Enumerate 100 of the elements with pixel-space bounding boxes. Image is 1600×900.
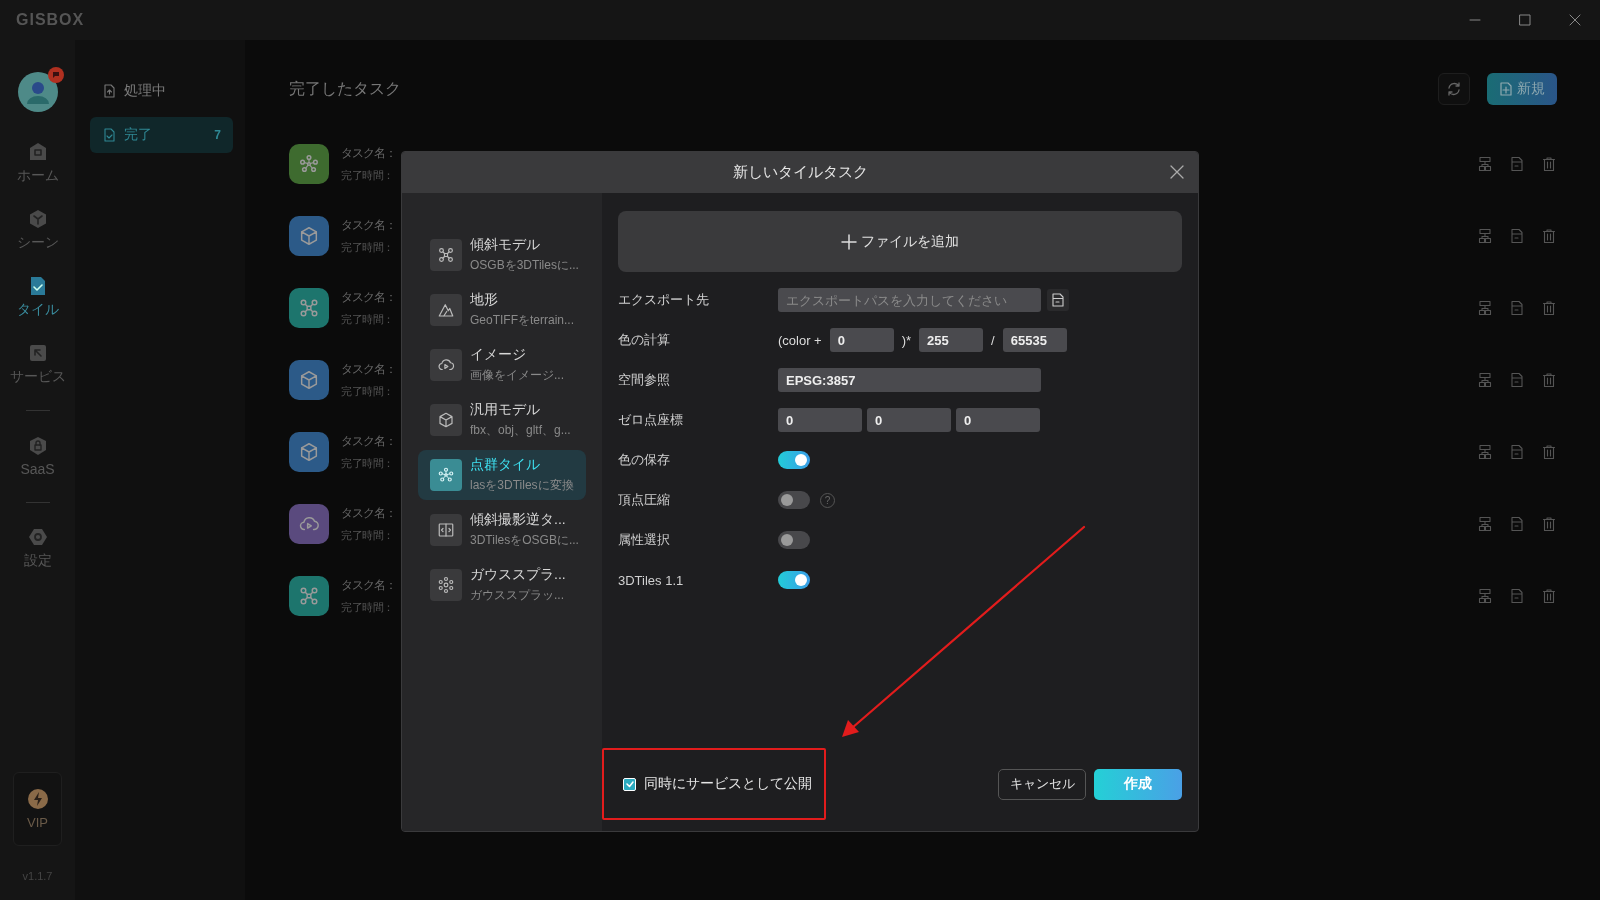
- field-label: 色の計算: [618, 331, 671, 349]
- maximize-icon[interactable]: [1519, 14, 1531, 26]
- coordinate-field[interactable]: 0: [867, 408, 951, 432]
- task-name: タスク名：: [341, 217, 396, 234]
- task-name: タスク名：: [341, 433, 396, 450]
- tile-type-item[interactable]: ガウススプラ... ガウススプラッ...: [418, 560, 586, 610]
- item-title: 点群タイル: [470, 456, 541, 474]
- task-time: 完了時間：: [341, 384, 394, 399]
- hexagon-gear-icon: [27, 527, 48, 547]
- node-network-icon: [430, 459, 462, 491]
- cancel-button[interactable]: キャンセル: [998, 768, 1086, 800]
- tile-type-item[interactable]: 傾斜モデル OSGBを3DTilesに...: [418, 230, 586, 280]
- item-title: 傾斜撮影逆タ...: [470, 511, 567, 529]
- split-frame-icon: [430, 514, 462, 546]
- number-field[interactable]: 255: [919, 328, 984, 352]
- folder-icon: [1051, 293, 1065, 307]
- task-time: 完了時間：: [341, 600, 394, 615]
- folder-icon[interactable]: [1509, 444, 1525, 460]
- task-time: 完了時間：: [341, 528, 394, 543]
- upload-file-icon: [102, 84, 116, 98]
- toggle-switch[interactable]: [778, 571, 810, 589]
- folder-icon[interactable]: [1509, 228, 1525, 244]
- tile-type-item[interactable]: 汎用モデル fbx、obj、gltf、g...: [418, 395, 586, 445]
- formula-text: (color +: [778, 332, 822, 348]
- checkbox-label: 同時にサービスとして公開: [644, 775, 812, 793]
- folder-icon[interactable]: [1509, 588, 1525, 604]
- folder-icon[interactable]: [1509, 300, 1525, 316]
- close-icon[interactable]: [1170, 165, 1184, 179]
- trash-icon[interactable]: [1541, 228, 1557, 244]
- task-name: タスク名：: [341, 505, 396, 522]
- coordinate-field[interactable]: 0: [778, 408, 862, 432]
- field-label: 属性選択: [618, 531, 671, 549]
- panel-item[interactable]: 完了 7: [90, 117, 233, 153]
- field-label: エクスポート先: [618, 291, 710, 309]
- trash-icon[interactable]: [1541, 516, 1557, 532]
- toggle-switch[interactable]: [778, 531, 810, 549]
- number-field[interactable]: 0: [829, 328, 894, 352]
- item-description: GeoTIFFをterrain...: [470, 312, 574, 329]
- folder-icon[interactable]: [1509, 516, 1525, 532]
- toggle-switch[interactable]: [778, 451, 810, 469]
- folder-button[interactable]: [1047, 289, 1069, 311]
- formula-text: )*: [901, 332, 912, 348]
- mountain-icon: [430, 294, 462, 326]
- formula-text: /: [991, 332, 995, 348]
- field-label: 色の保存: [618, 451, 671, 469]
- add-file-button[interactable]: ファイルを追加: [618, 211, 1182, 272]
- task-time: 完了時間：: [341, 168, 394, 183]
- tile-type-item[interactable]: イメージ 画像をイメージ...: [418, 340, 586, 390]
- coordinate-field[interactable]: 0: [956, 408, 1040, 432]
- trash-icon[interactable]: [1541, 444, 1557, 460]
- item-title: 傾斜モデル: [470, 236, 541, 254]
- notification-badge-icon: [47, 67, 64, 83]
- page-title: 完了したタスク: [289, 78, 402, 99]
- task-time: 完了時間：: [341, 312, 394, 327]
- hierarchy-icon[interactable]: [1477, 156, 1493, 172]
- refresh-button[interactable]: [1438, 73, 1470, 105]
- cube-icon: [27, 209, 48, 229]
- task-name: タスク名：: [341, 361, 396, 378]
- avatar: [17, 72, 58, 112]
- hierarchy-icon[interactable]: [1477, 300, 1493, 316]
- trash-icon[interactable]: [1541, 372, 1557, 388]
- trash-icon[interactable]: [1541, 588, 1557, 604]
- folder-icon[interactable]: [1509, 372, 1525, 388]
- hierarchy-icon[interactable]: [1477, 444, 1493, 460]
- task-time: 完了時間：: [341, 456, 394, 471]
- checkbox[interactable]: [623, 777, 636, 791]
- hierarchy-icon[interactable]: [1477, 372, 1493, 388]
- refresh-icon: [1446, 81, 1462, 97]
- trash-icon[interactable]: [1541, 300, 1557, 316]
- tile-type-item[interactable]: 点群タイル lasを3DTilesに変換: [418, 450, 586, 500]
- input-field[interactable]: EPSG:3857: [778, 368, 1041, 392]
- panel-item-label: 完了: [124, 126, 153, 144]
- item-description: fbx、obj、gltf、g...: [470, 422, 571, 439]
- tile-type-item[interactable]: 地形 GeoTIFFをterrain...: [418, 285, 586, 335]
- hierarchy-icon[interactable]: [1477, 516, 1493, 532]
- toggle-switch[interactable]: [778, 491, 810, 509]
- item-description: lasを3DTilesに変換: [470, 477, 574, 494]
- item-description: 画像をイメージ...: [470, 367, 564, 384]
- task-name: タスク名：: [341, 577, 396, 594]
- panel-item[interactable]: 処理中: [90, 73, 233, 109]
- add-file-icon: [1499, 82, 1513, 96]
- cloud-play-icon: [430, 349, 462, 381]
- plus-icon: [841, 233, 857, 250]
- item-title: ガウススプラ...: [470, 566, 566, 584]
- count-label: 7: [214, 128, 221, 142]
- item-description: ガウススプラッ...: [470, 587, 565, 604]
- tile-type-item[interactable]: 傾斜撮影逆タ... 3DTilesをOSGBに...: [418, 505, 586, 555]
- lightning-icon: [27, 788, 48, 809]
- number-field[interactable]: 65535: [1002, 328, 1067, 352]
- close-icon[interactable]: [1569, 14, 1581, 26]
- folder-icon[interactable]: [1509, 156, 1525, 172]
- hierarchy-icon[interactable]: [1477, 588, 1493, 604]
- cube-icon: [430, 404, 462, 436]
- home-icon: [27, 142, 48, 162]
- hierarchy-icon[interactable]: [1477, 228, 1493, 244]
- nav-item[interactable]: タイル: [16, 301, 59, 319]
- trash-icon[interactable]: [1541, 156, 1557, 172]
- arrow-square-icon: [27, 343, 48, 363]
- lock-icon: [27, 436, 48, 456]
- file-check-icon: [102, 128, 116, 142]
